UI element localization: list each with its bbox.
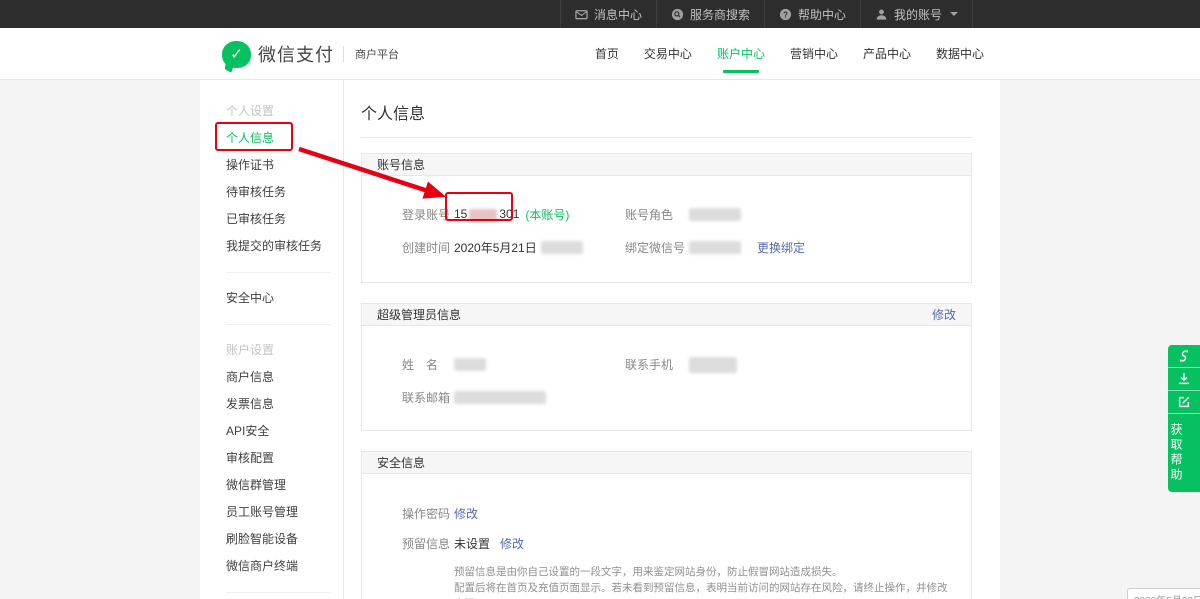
redacted-wechat-id	[689, 241, 741, 254]
admin-edit-link[interactable]: 修改	[932, 306, 956, 323]
sidebar-group-personal-settings: 个人设置	[226, 98, 343, 125]
redacted-login-middle	[469, 209, 497, 222]
current-account-tag: (本账号)	[525, 206, 569, 223]
nav-trade-center[interactable]: 交易中心	[644, 28, 692, 80]
wechat-pay-logo-icon: ✓	[222, 41, 251, 68]
mail-icon	[575, 8, 588, 21]
topbar-help-center[interactable]: ? 帮助中心	[764, 0, 860, 28]
topbar-message-label: 消息中心	[594, 6, 642, 23]
bound-wechat-label: 绑定微信号	[625, 239, 689, 256]
link-icon	[1177, 349, 1191, 363]
brand-portal-label: 商户平台	[355, 46, 399, 62]
nav-marketing-center[interactable]: 营销中心	[790, 28, 838, 80]
table-row: 登录账号 15301 (本账号) 账号角色	[402, 198, 956, 231]
content-wrapper: 个人设置 个人信息 操作证书 待审核任务 已审核任务 我提交的审核任务 安全中心…	[200, 80, 1000, 599]
topbar-provider-search[interactable]: 服务商搜索	[656, 0, 764, 28]
redacted-email	[454, 391, 546, 404]
sidebar-item-operation-cert[interactable]: 操作证书	[226, 152, 343, 179]
edit-icon	[1177, 395, 1191, 409]
float-feedback-button[interactable]	[1168, 391, 1200, 414]
question-icon: ?	[779, 8, 792, 21]
sidebar-item-staff-account[interactable]: 员工账号管理	[226, 499, 343, 526]
topbar-help-label: 帮助中心	[798, 6, 846, 23]
brand-divider	[343, 46, 344, 62]
chevron-down-icon	[950, 12, 958, 16]
sidebar-item-security-center[interactable]: 安全中心	[226, 285, 343, 312]
sidebar-item-my-submitted-tasks[interactable]: 我提交的审核任务	[226, 233, 343, 260]
redacted-phone	[689, 357, 737, 373]
sidebar-item-merchant-terminal[interactable]: 微信商户终端	[226, 553, 343, 580]
sidebar: 个人设置 个人信息 操作证书 待审核任务 已审核任务 我提交的审核任务 安全中心…	[200, 80, 344, 599]
account-role-label: 账号角色	[625, 206, 689, 223]
topbar-account-label: 我的账号	[894, 6, 942, 23]
topbar-search-label: 服务商搜索	[690, 6, 750, 23]
operation-password-label: 操作密码	[402, 505, 454, 522]
brand-name: 微信支付	[258, 41, 334, 67]
sidebar-group-account-settings: 账户设置	[226, 337, 343, 364]
created-time-label: 创建时间	[402, 239, 454, 256]
admin-card-header: 超级管理员信息	[377, 306, 461, 323]
sidebar-item-wechat-group[interactable]: 微信群管理	[226, 472, 343, 499]
super-admin-card: 超级管理员信息 修改 姓 名 联系手机	[361, 303, 972, 431]
float-download-button[interactable]	[1168, 368, 1200, 391]
nav-data-center[interactable]: 数据中心	[936, 28, 984, 80]
sidebar-item-reviewed-tasks[interactable]: 已审核任务	[226, 206, 343, 233]
sidebar-item-merchant-info[interactable]: 商户信息	[226, 364, 343, 391]
table-row: 预留信息 未设置 修改	[402, 528, 956, 558]
floating-help-widget: 获取帮助	[1168, 345, 1200, 492]
nav-account-center[interactable]: 账户中心	[717, 28, 765, 80]
table-row: 联系邮箱	[402, 381, 956, 414]
search-icon	[671, 8, 684, 21]
contact-phone-label: 联系手机	[625, 356, 689, 373]
reserved-edit-link[interactable]: 修改	[500, 535, 524, 552]
brand[interactable]: ✓ 微信支付 商户平台	[222, 28, 399, 80]
sidebar-divider	[226, 324, 331, 325]
password-edit-link[interactable]: 修改	[454, 505, 478, 522]
page-body: 个人设置 个人信息 操作证书 待审核任务 已审核任务 我提交的审核任务 安全中心…	[0, 80, 1200, 599]
sidebar-item-personal-info[interactable]: 个人信息	[226, 125, 343, 152]
name-label: 姓 名	[402, 356, 454, 373]
topbar-my-account[interactable]: 我的账号	[860, 0, 973, 28]
sidebar-item-face-device[interactable]: 刷脸智能设备	[226, 526, 343, 553]
account-info-card: 账号信息 登录账号 15301 (本账号) 账号角色	[361, 153, 972, 283]
header: ✓ 微信支付 商户平台 首页 交易中心 账户中心 营销中心 产品中心 数据中心	[0, 28, 1200, 80]
rebind-link[interactable]: 更换绑定	[757, 239, 805, 256]
download-icon	[1177, 372, 1191, 386]
sidebar-item-invoice-info[interactable]: 发票信息	[226, 391, 343, 418]
login-account-label: 登录账号	[402, 206, 454, 223]
reserved-info-label: 预留信息	[402, 535, 454, 552]
user-icon	[875, 8, 888, 21]
redacted-account-role	[689, 208, 741, 221]
redacted-name	[454, 358, 486, 371]
float-link-button[interactable]	[1168, 345, 1200, 368]
topbar: 消息中心 服务商搜索 ? 帮助中心 我的账号	[0, 0, 1200, 28]
svg-text:?: ?	[783, 10, 788, 19]
created-time-value: 2020年5月21日	[454, 239, 537, 256]
sidebar-item-review-config[interactable]: 审核配置	[226, 445, 343, 472]
nav-product-center[interactable]: 产品中心	[863, 28, 911, 80]
table-row: 创建时间 2020年5月21日 绑定微信号 更换绑定	[402, 231, 956, 264]
reserved-info-value: 未设置	[454, 535, 490, 552]
sidebar-divider	[226, 272, 331, 273]
nav-home[interactable]: 首页	[595, 28, 619, 80]
float-get-help-button[interactable]: 获取帮助	[1168, 414, 1185, 492]
sidebar-item-pending-tasks[interactable]: 待审核任务	[226, 179, 343, 206]
table-row: 姓 名 联系手机	[402, 348, 956, 381]
table-row: 操作密码 修改	[402, 498, 956, 528]
reserved-info-description: 预留信息是由你自己设置的一段文字，用来鉴定网站身份，防止假冒网站造成损失。 配置…	[454, 564, 956, 599]
sidebar-divider	[226, 592, 331, 593]
sidebar-item-api-security[interactable]: API安全	[226, 418, 343, 445]
topbar-message-center[interactable]: 消息中心	[560, 0, 656, 28]
date-stamp: 2020年5月22日	[1127, 588, 1200, 599]
page-title: 个人信息	[361, 100, 972, 138]
login-account-value: 15301	[454, 207, 519, 221]
security-info-card: 安全信息 操作密码 修改 预留信息 未设置 修改 预留信息是由你自己设置的一段文…	[361, 451, 972, 599]
account-card-header: 账号信息	[377, 156, 425, 173]
main-content: 个人信息 账号信息 登录账号 15301 (本账号)	[345, 80, 1000, 599]
contact-email-label: 联系邮箱	[402, 389, 454, 406]
main-nav: 首页 交易中心 账户中心 营销中心 产品中心 数据中心	[595, 28, 984, 80]
security-card-header: 安全信息	[377, 454, 425, 471]
redacted-created-time	[541, 241, 583, 254]
